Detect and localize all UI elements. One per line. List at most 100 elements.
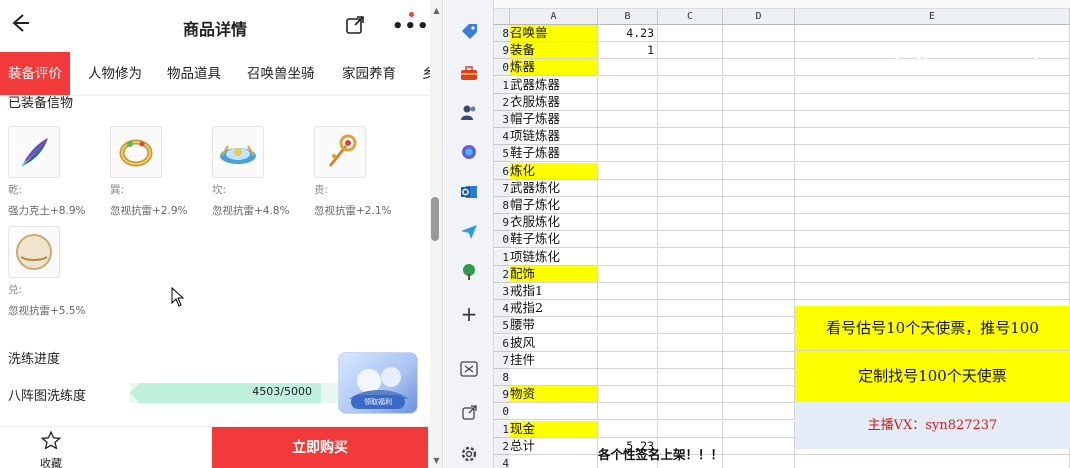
row-header[interactable]: 5 xyxy=(494,317,510,335)
outlook-icon[interactable] xyxy=(459,182,479,202)
cell-d[interactable] xyxy=(723,334,795,352)
cell-a[interactable]: 鞋子炼化 xyxy=(510,231,598,249)
cell-b[interactable] xyxy=(598,162,658,180)
cell-a[interactable]: 项链炼化 xyxy=(510,248,598,266)
row-header[interactable]: 8 xyxy=(494,197,510,214)
cell-d[interactable] xyxy=(723,111,795,128)
cell-c[interactable] xyxy=(658,265,723,283)
cell-c[interactable] xyxy=(658,76,723,94)
cell-e[interactable] xyxy=(795,111,1070,128)
cell-a[interactable] xyxy=(510,455,598,468)
back-arrow-icon[interactable] xyxy=(6,12,34,40)
row-header[interactable]: 7 xyxy=(494,351,510,369)
cell-a[interactable]: 帽子炼器 xyxy=(510,111,598,128)
row-header[interactable]: 3 xyxy=(494,111,510,128)
custom-order-message-cell[interactable]: 定制找号100个天使票 xyxy=(795,351,1070,402)
cell-e[interactable] xyxy=(795,283,1070,300)
row-header[interactable]: 1 xyxy=(494,76,510,94)
column-header-e[interactable]: E xyxy=(795,9,1070,25)
cell-d[interactable] xyxy=(723,42,795,60)
tag-icon[interactable] xyxy=(459,22,479,42)
cell-e[interactable] xyxy=(795,76,1070,94)
cell-c[interactable] xyxy=(658,128,723,146)
cell-a[interactable] xyxy=(510,403,598,421)
cell-a[interactable]: 物资 xyxy=(510,386,598,404)
cell-d[interactable] xyxy=(723,162,795,180)
cell-d[interactable] xyxy=(723,265,795,283)
cell-a[interactable]: 配饰 xyxy=(510,265,598,283)
cell-c[interactable] xyxy=(658,386,723,404)
cell-c[interactable] xyxy=(658,403,723,421)
cell-d[interactable] xyxy=(723,214,795,232)
cell-c[interactable] xyxy=(658,420,723,438)
contact-message-cell[interactable]: 主播VX：syn827237 xyxy=(795,402,1070,449)
share-icon[interactable] xyxy=(344,14,368,38)
tab-character-cultivation[interactable]: 人物修为 xyxy=(88,52,142,95)
cell-e[interactable] xyxy=(795,93,1070,111)
token-item[interactable]: 坎: 忽视抗雷+4.8% xyxy=(212,126,308,218)
cell-e[interactable] xyxy=(795,248,1070,266)
cell-c[interactable] xyxy=(658,300,723,318)
cell-a[interactable]: 装备 xyxy=(510,42,598,60)
row-header[interactable]: 2 xyxy=(494,93,510,111)
plus-icon[interactable]: + xyxy=(459,302,479,326)
cell-d[interactable] xyxy=(723,351,795,369)
row-header[interactable]: 4 xyxy=(494,128,510,146)
scroll-down-icon[interactable]: ▼ xyxy=(430,456,442,465)
row-header[interactable]: 0 xyxy=(494,403,510,421)
row-header[interactable]: 6 xyxy=(494,162,510,180)
cell-b[interactable] xyxy=(598,214,658,232)
cell-d[interactable] xyxy=(723,386,795,404)
cell-a[interactable]: 项链炼器 xyxy=(510,128,598,146)
cell-e[interactable] xyxy=(795,25,1070,42)
row-header[interactable]: 9 xyxy=(494,214,510,232)
cell-b[interactable] xyxy=(598,351,658,369)
cell-c[interactable] xyxy=(658,162,723,180)
cell-a[interactable]: 戒指2 xyxy=(510,300,598,318)
cell-c[interactable] xyxy=(658,25,723,42)
row-header[interactable]: 4 xyxy=(494,455,510,468)
cell-c[interactable] xyxy=(658,197,723,214)
cell-a[interactable]: 帽子炼化 xyxy=(510,197,598,214)
cell-a[interactable]: 现金 xyxy=(510,420,598,438)
cell-c[interactable] xyxy=(658,93,723,111)
row-header[interactable]: 0 xyxy=(494,231,510,249)
row-header[interactable]: 7 xyxy=(494,179,510,197)
column-header-b[interactable]: B xyxy=(598,9,658,25)
cell-d[interactable] xyxy=(723,59,795,77)
cell-a[interactable]: 挂件 xyxy=(510,351,598,369)
row-header[interactable]: 6 xyxy=(494,334,510,352)
buy-now-button[interactable]: 立即购买 xyxy=(212,427,428,468)
cell-c[interactable] xyxy=(658,351,723,369)
promo-badge[interactable]: 领取福利 xyxy=(338,352,418,414)
cell-c[interactable] xyxy=(658,59,723,77)
token-item[interactable]: 巽: 忽视抗雷+2.9% xyxy=(110,126,206,218)
token-item[interactable]: 兑: 忽视抗雷+5.5% xyxy=(8,226,104,318)
cell-d[interactable] xyxy=(723,369,795,386)
cell-b[interactable] xyxy=(598,128,658,146)
cell-a[interactable]: 衣服炼器 xyxy=(510,93,598,111)
tree-icon[interactable] xyxy=(459,262,479,282)
cell-d[interactable] xyxy=(723,317,795,335)
row-header[interactable]: 5 xyxy=(494,145,510,163)
people-icon[interactable] xyxy=(459,102,479,122)
cell-c[interactable] xyxy=(658,231,723,249)
cell-c[interactable] xyxy=(658,179,723,197)
copilot-icon[interactable] xyxy=(459,142,479,162)
cell-b[interactable] xyxy=(598,231,658,249)
cell-b[interactable] xyxy=(598,420,658,438)
cell-c[interactable] xyxy=(658,111,723,128)
cell-c[interactable] xyxy=(658,369,723,386)
cell-d[interactable] xyxy=(723,420,795,438)
cell-e[interactable] xyxy=(795,265,1070,283)
cell-e[interactable] xyxy=(795,455,1070,468)
cell-c[interactable] xyxy=(658,334,723,352)
split-screen-icon[interactable] xyxy=(459,359,479,379)
toolbox-icon[interactable] xyxy=(459,63,479,83)
cell-b[interactable] xyxy=(598,265,658,283)
tab-overflow[interactable]: 乡 xyxy=(422,52,430,95)
cell-a[interactable]: 炼器 xyxy=(510,59,598,77)
row-header[interactable]: 9 xyxy=(494,386,510,404)
scroll-up-icon[interactable]: ▲ xyxy=(430,6,442,15)
cell-a[interactable]: 披风 xyxy=(510,334,598,352)
